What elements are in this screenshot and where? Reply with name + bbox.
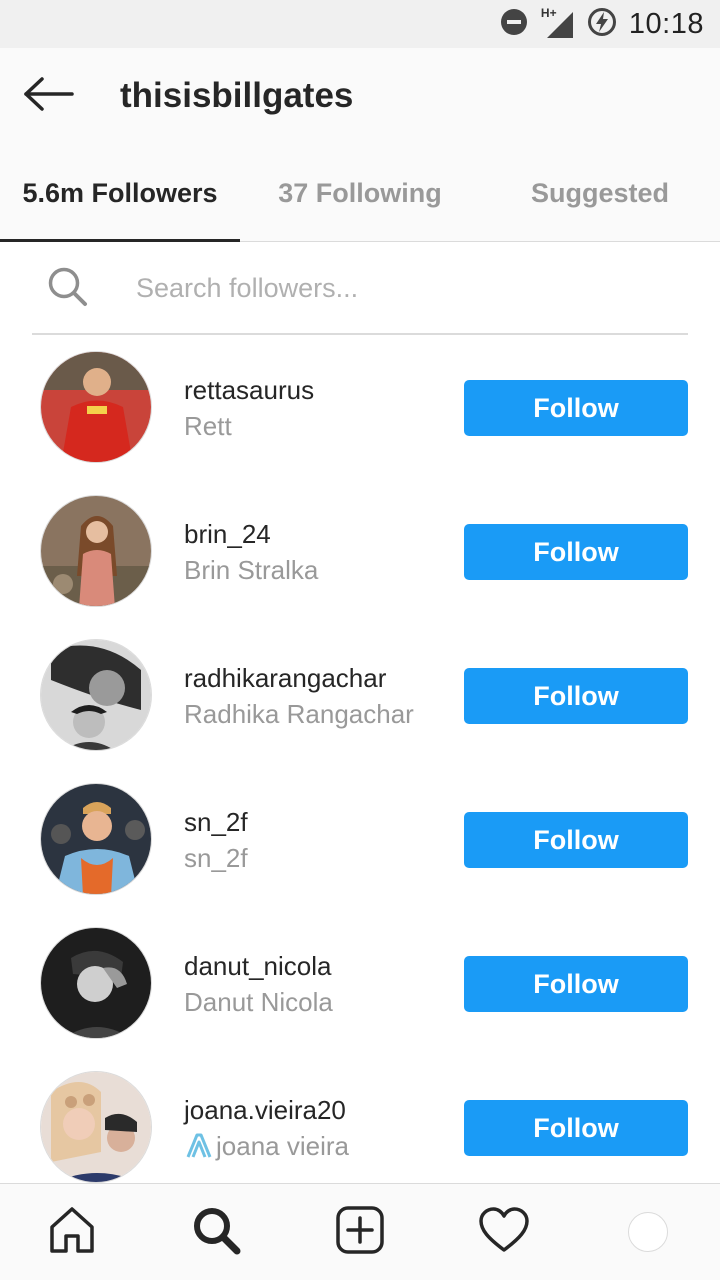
heart-icon	[478, 1206, 530, 1259]
full-name-row: joana vieira	[184, 1127, 454, 1165]
search-icon	[190, 1204, 242, 1261]
full-name: Radhika Rangachar	[184, 699, 414, 729]
username: joana.vieira20	[184, 1095, 346, 1125]
tab-bar: 5.6m Followers 37 Following Suggested	[0, 144, 720, 242]
tab-following[interactable]: 37 Following	[240, 144, 480, 242]
status-time: 10:18	[628, 7, 704, 40]
add-post-icon	[335, 1205, 385, 1260]
list-item[interactable]: rettasaurus Rett Follow	[0, 337, 720, 481]
nav-home-button[interactable]	[42, 1202, 102, 1262]
avatar[interactable]	[40, 351, 152, 463]
full-name: Brin Stralka	[184, 555, 319, 585]
list-item[interactable]: radhikarangachar Radhika Rangachar Follo…	[0, 625, 720, 769]
follow-button[interactable]: Follow	[464, 956, 688, 1012]
full-name: joana vieira	[216, 1131, 349, 1161]
avatar[interactable]	[40, 1071, 152, 1183]
avatar[interactable]	[40, 495, 152, 607]
page-title: thisisbillgates	[120, 76, 354, 115]
followers-list: rettasaurus Rett Follow brin_24 Brin Str…	[0, 337, 720, 1183]
list-item[interactable]: brin_24 Brin Stralka Follow	[0, 481, 720, 625]
username: sn_2f	[184, 807, 248, 837]
nav-add-post-button[interactable]	[330, 1202, 390, 1262]
full-name: Danut Nicola	[184, 987, 333, 1017]
search-input[interactable]	[136, 263, 676, 313]
username: brin_24	[184, 519, 271, 549]
signal-icon: H+	[541, 6, 575, 40]
username: danut_nicola	[184, 951, 332, 981]
avatar[interactable]	[40, 927, 152, 1039]
bottom-nav	[0, 1183, 720, 1280]
follow-button[interactable]: Follow	[464, 668, 688, 724]
battery-charging-icon	[587, 7, 617, 42]
app-header: thisisbillgates	[0, 48, 720, 144]
nav-profile-button[interactable]	[618, 1202, 678, 1262]
avatar[interactable]	[40, 783, 152, 895]
follow-button[interactable]: Follow	[464, 812, 688, 868]
username: rettasaurus	[184, 375, 315, 405]
profile-avatar	[628, 1212, 668, 1252]
status-icons: H+ 10:18	[499, 6, 704, 42]
tab-followers[interactable]: 5.6m Followers	[0, 144, 240, 242]
list-item[interactable]: joana.vieira20 joana vieira Follow	[0, 1057, 720, 1183]
avatar[interactable]	[40, 639, 152, 751]
active-tab-indicator	[0, 239, 240, 242]
arrow-left-icon	[22, 76, 74, 117]
follow-button[interactable]: Follow	[464, 524, 688, 580]
full-name: sn_2f	[184, 843, 248, 873]
search-bar	[32, 243, 688, 335]
home-icon	[47, 1205, 97, 1260]
search-icon	[46, 265, 88, 312]
follow-button[interactable]: Follow	[464, 1100, 688, 1156]
list-item[interactable]: sn_2f sn_2f Follow	[0, 769, 720, 913]
list-item[interactable]: danut_nicola Danut Nicola Follow	[0, 913, 720, 1057]
back-button[interactable]	[18, 70, 78, 122]
status-bar: H+ 10:18	[0, 0, 720, 48]
follow-button[interactable]: Follow	[464, 380, 688, 436]
nav-search-button[interactable]	[186, 1202, 246, 1262]
nav-activity-button[interactable]	[474, 1202, 534, 1262]
full-name: Rett	[184, 411, 232, 441]
do-not-disturb-icon	[499, 7, 529, 42]
username: radhikarangachar	[184, 663, 387, 693]
ribbon-icon	[184, 1133, 214, 1159]
tab-suggested[interactable]: Suggested	[480, 144, 720, 242]
